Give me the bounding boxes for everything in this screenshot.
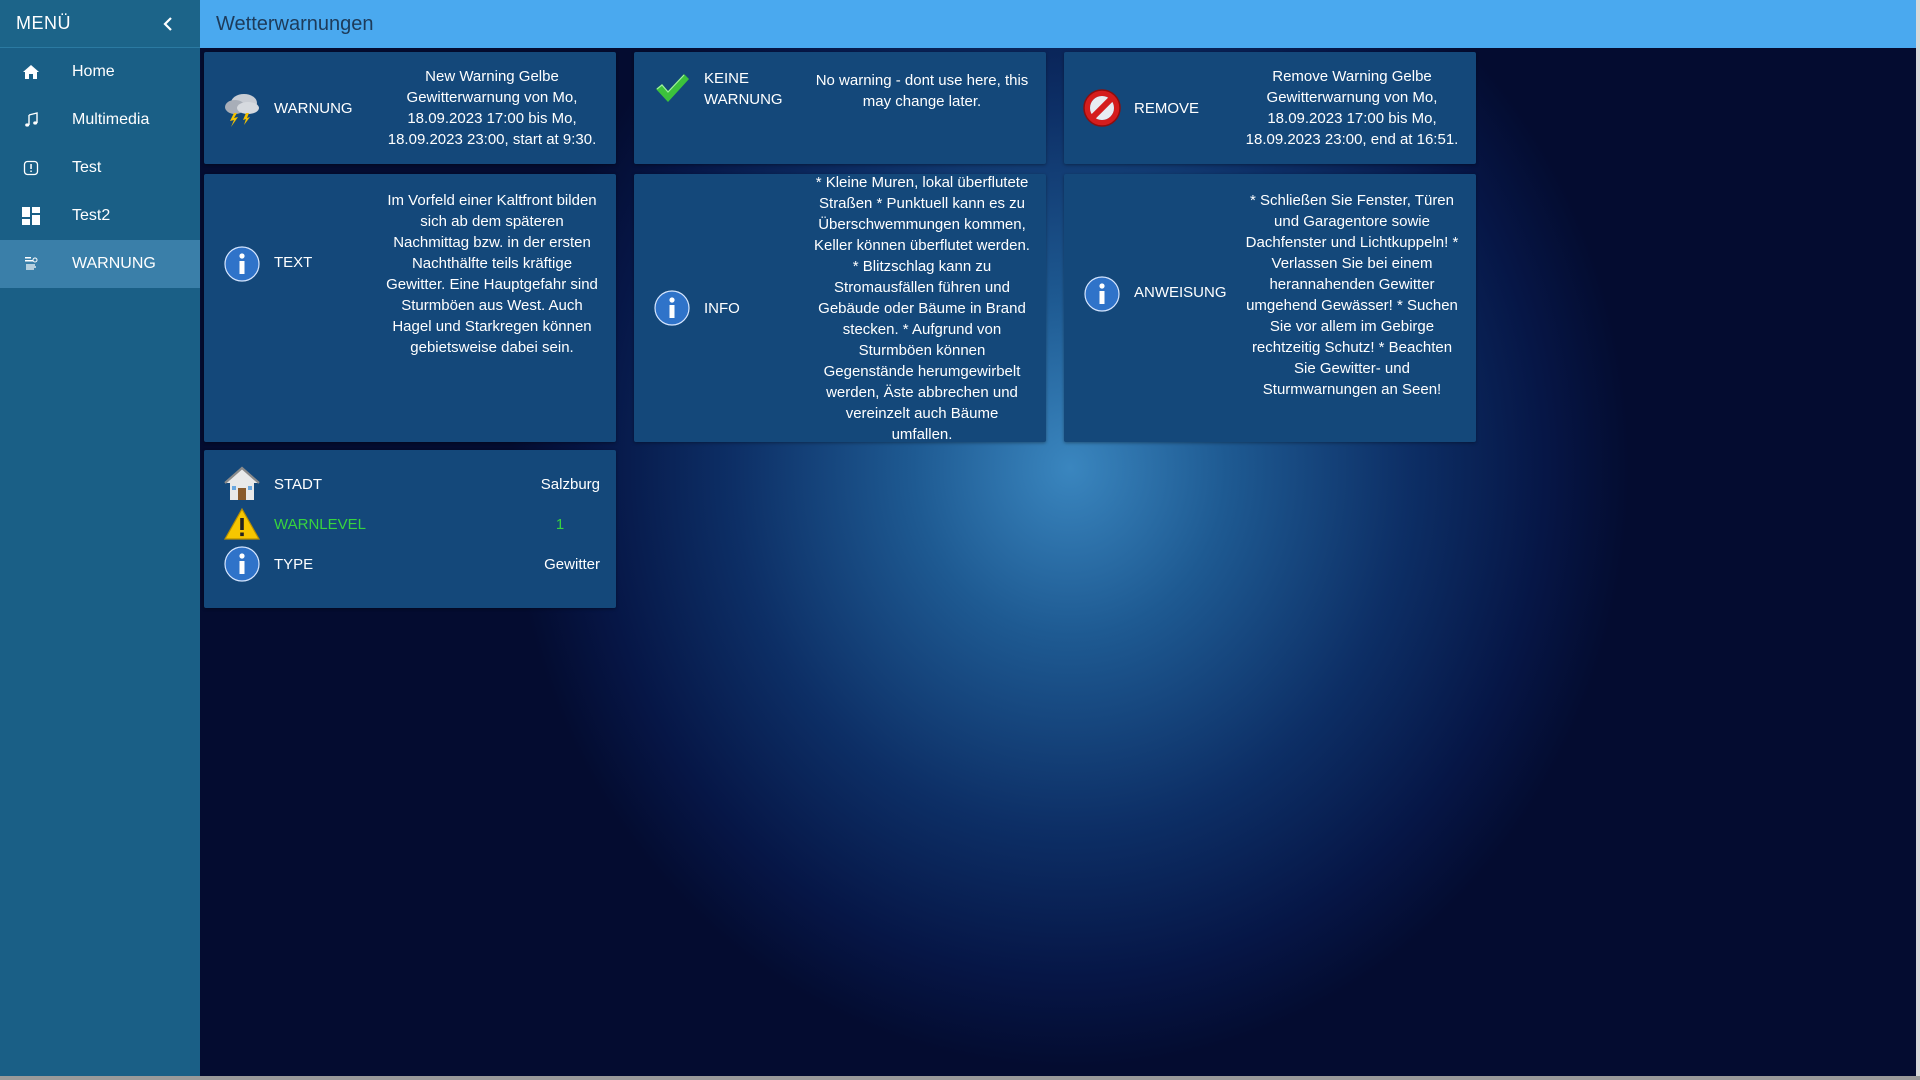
checkmark-icon [652, 68, 692, 108]
sidebar-item-test2[interactable]: Test2 [0, 192, 200, 240]
header-bar: Wetterwarnungen [200, 0, 1916, 48]
remove-value: Remove Warning Gelbe Gewitterwarnung von… [1245, 68, 1459, 148]
thunderstorm-cloud-icon [222, 88, 262, 128]
info-icon [222, 544, 262, 584]
sidebar-header: MENÜ [0, 0, 200, 48]
prohibited-icon [1082, 88, 1122, 128]
stadt-label: STADT [274, 475, 323, 493]
text-value: Im Vorfeld einer Kaltfront bilden sich a… [386, 192, 598, 356]
keine-warnung-card: KEINE WARNUNG No warning - dont use here… [634, 52, 1046, 164]
sidebar-nav: Home Multimedia Test Test2 WARNUNG [0, 48, 200, 288]
sidebar-item-multimedia[interactable]: Multimedia [0, 96, 200, 144]
detail-row-warnlevel: WARNLEVEL 1 [222, 504, 600, 544]
sidebar-title: MENÜ [16, 13, 71, 33]
anweisung-value: * Schließen Sie Fenster, Türen und Garag… [1245, 192, 1459, 398]
page-title: Wetterwarnungen [216, 12, 374, 35]
sidebar-item-test[interactable]: Test [0, 144, 200, 192]
info-icon [222, 244, 262, 284]
main-content: WARNUNG New Warning Gelbe Gewitterwarnun… [200, 48, 1916, 1076]
warnung-value: New Warning Gelbe Gewitterwarnung von Mo… [387, 68, 597, 148]
warnung-label: WARNUNG [274, 99, 353, 117]
window-edge-right [1916, 0, 1920, 1080]
info-icon [1082, 274, 1122, 314]
type-value: Gewitter [544, 555, 600, 573]
sidebar-item-label: Multimedia [72, 111, 150, 128]
weather-alert-icon [20, 253, 42, 275]
type-label: TYPE [274, 555, 314, 573]
info-square-icon [20, 157, 42, 179]
keine-warnung-value: No warning - dont use here, this may cha… [815, 72, 1029, 110]
house-icon [222, 464, 262, 504]
sidebar-item-warnung[interactable]: WARNUNG [0, 240, 200, 288]
detail-row-stadt: STADT Salzburg [222, 464, 600, 504]
info-label: INFO [704, 299, 740, 317]
sidebar-item-label: Home [72, 63, 115, 80]
remove-label: REMOVE [1134, 99, 1200, 117]
music-note-icon [20, 109, 42, 131]
info-icon [652, 288, 692, 328]
warnung-card: WARNUNG New Warning Gelbe Gewitterwarnun… [204, 52, 616, 164]
chevron-left-icon[interactable] [158, 14, 178, 34]
info-card: INFO * Kleine Muren, lokal überflutete S… [634, 173, 1046, 443]
remove-card: REMOVE Remove Warning Gelbe Gewitterwarn… [1064, 52, 1476, 164]
sidebar-item-home[interactable]: Home [0, 48, 200, 96]
warnlevel-label: WARNLEVEL [274, 515, 366, 533]
warnlevel-value: 1 [555, 515, 565, 533]
anweisung-card: ANWEISUNG * Schließen Sie Fenster, Türen… [1064, 174, 1476, 442]
stadt-value: Salzburg [540, 475, 600, 493]
warning-triangle-icon [222, 504, 262, 544]
window-edge-bottom [0, 1076, 1920, 1080]
text-card: TEXT Im Vorfeld einer Kaltfront bilden s… [204, 174, 616, 442]
text-label: TEXT [274, 254, 313, 271]
dashboard-grid-icon [20, 205, 42, 227]
keine-warnung-label: KEINE WARNUNG [704, 70, 783, 108]
details-card: STADT Salzburg WARNLEVEL 1 TYPE Gewitter [204, 450, 616, 608]
home-icon [20, 61, 42, 83]
sidebar: MENÜ Home Multimedia Test Test2 WARNUNG [0, 0, 200, 1076]
sidebar-item-label: Test2 [72, 207, 111, 224]
detail-row-type: TYPE Gewitter [222, 544, 600, 584]
sidebar-item-label: WARNUNG [72, 255, 156, 272]
info-value: * Kleine Muren, lokal überflutete Straße… [814, 173, 1030, 443]
anweisung-label: ANWEISUNG [1134, 284, 1227, 301]
sidebar-item-label: Test [72, 159, 102, 176]
